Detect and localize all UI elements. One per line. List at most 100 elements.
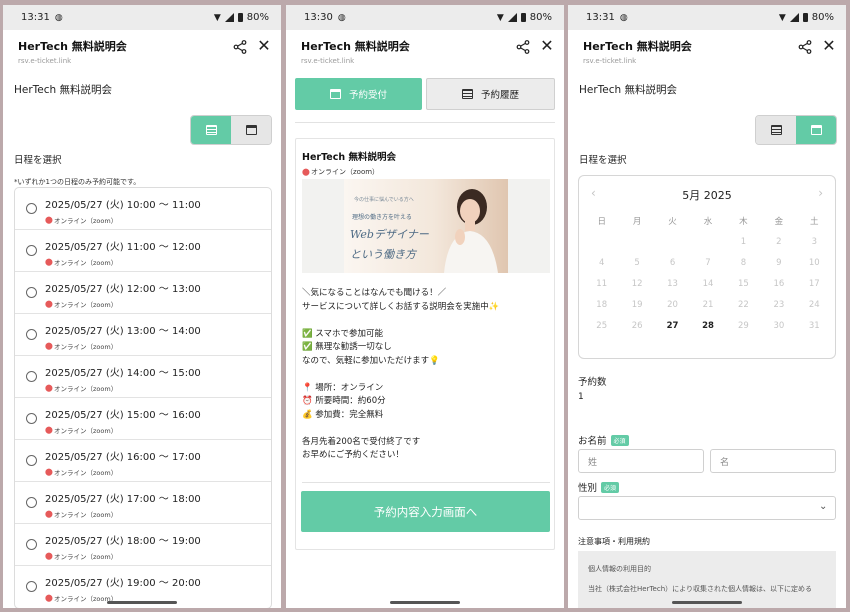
banner-headline: 理想の働き方を叶える xyxy=(352,214,412,221)
radio-button[interactable] xyxy=(26,413,37,424)
radio-button[interactable] xyxy=(26,329,37,340)
notification-icon: ◍ xyxy=(619,12,628,23)
weekday-header: 火 xyxy=(668,216,677,227)
calendar-day: 24 xyxy=(808,299,820,310)
radio-button[interactable] xyxy=(26,287,37,298)
calendar-blank xyxy=(584,231,619,252)
calendar-day: 25 xyxy=(596,320,608,331)
share-icon[interactable] xyxy=(516,40,530,54)
calendar-day: 18 xyxy=(596,299,608,310)
list-view-button[interactable] xyxy=(191,116,231,144)
woman-illustration xyxy=(444,189,498,273)
quantity-value: 1 xyxy=(578,392,584,402)
share-icon[interactable] xyxy=(798,40,812,54)
desc-line: ⏰ 所要時間：約60分 xyxy=(302,396,386,406)
calendar-day[interactable]: 28 xyxy=(690,315,725,336)
list-view-button[interactable] xyxy=(756,116,796,144)
calendar-day[interactable]: 27 xyxy=(655,315,690,336)
calendar-view-button[interactable] xyxy=(796,116,836,144)
calendar-day: 23 xyxy=(773,299,785,310)
location-pin-icon: ⬤ xyxy=(302,168,310,176)
phone-screen-schedule-list: 13:31 ◍ ▼ 80% HerTech 無料説明会 rsv.e-ticket… xyxy=(3,5,281,608)
battery-icon xyxy=(802,13,808,22)
close-icon[interactable]: ✕ xyxy=(539,38,555,54)
radio-button[interactable] xyxy=(26,203,37,214)
home-indicator[interactable] xyxy=(107,601,177,604)
battery-level: 80% xyxy=(811,12,834,23)
battery-level: 80% xyxy=(529,12,552,23)
event-title: HerTech 無料説明会 xyxy=(302,152,396,163)
slot-time: 2025/05/27 (火) 18:00 ～ 19:00 xyxy=(45,536,201,547)
home-indicator[interactable] xyxy=(672,601,742,604)
slot-time: 2025/05/27 (火) 16:00 ～ 17:00 xyxy=(45,452,201,463)
time-slot[interactable]: 2025/05/27 (火) 15:00 ～ 16:00 ⬤ オンライン（zoom） xyxy=(15,398,271,440)
list-icon xyxy=(461,89,473,99)
close-icon[interactable]: ✕ xyxy=(821,38,837,54)
slot-time: 2025/05/27 (火) 10:00 ～ 11:00 xyxy=(45,200,201,211)
signal-icon xyxy=(507,13,517,22)
radio-button[interactable] xyxy=(26,455,37,466)
slot-location: オンライン（zoom） xyxy=(54,259,118,267)
slot-time: 2025/05/27 (火) 15:00 ～ 16:00 xyxy=(45,410,201,421)
notification-icon: ◍ xyxy=(54,12,63,23)
time-slot[interactable]: 2025/05/27 (火) 10:00 ～ 11:00 ⬤ オンライン（zoom） xyxy=(15,188,271,230)
calendar-day: 7 xyxy=(705,257,711,268)
slot-location: オンライン（zoom） xyxy=(54,301,118,309)
calendar-icon xyxy=(810,125,822,135)
calendar-day: 12 xyxy=(631,278,643,289)
tab-reserve[interactable]: 予約受付 xyxy=(295,78,422,110)
last-name-input[interactable]: 姓 xyxy=(578,449,704,473)
slot-list: 2025/05/27 (火) 10:00 ～ 11:00 ⬤ オンライン（zoom）… xyxy=(14,187,272,608)
time-slot[interactable]: 2025/05/27 (火) 11:00 ～ 12:00 ⬤ オンライン（zoom） xyxy=(15,230,271,272)
calendar-day: 21 xyxy=(702,299,714,310)
radio-button[interactable] xyxy=(26,581,37,592)
page-title: HerTech 無料説明会 xyxy=(14,84,113,96)
list-icon xyxy=(205,125,217,135)
desc-line: ✅ 無理な勧誘一切なし xyxy=(302,342,392,352)
calendar-blank xyxy=(690,231,725,252)
close-icon[interactable]: ✕ xyxy=(256,38,272,54)
location-pin-icon: ⬤ xyxy=(45,342,53,350)
chevron-right-icon[interactable]: › xyxy=(818,186,823,200)
proceed-to-booking-button[interactable]: 予約内容入力画面へ xyxy=(301,491,550,532)
radio-button[interactable] xyxy=(26,497,37,508)
slot-time: 2025/05/27 (火) 14:00 ～ 15:00 xyxy=(45,368,201,379)
share-icon[interactable] xyxy=(233,40,247,54)
slot-location: オンライン（zoom） xyxy=(54,427,118,435)
desc-line: お早めにご予約ください！ xyxy=(302,450,404,460)
calendar-day: 19 xyxy=(631,299,643,310)
calendar-day: 13 xyxy=(667,278,678,289)
slot-time: 2025/05/27 (火) 12:00 ～ 13:00 xyxy=(45,284,201,295)
home-indicator[interactable] xyxy=(390,601,460,604)
required-badge: 必須 xyxy=(601,481,620,493)
radio-button[interactable] xyxy=(26,245,37,256)
desc-line: なので、気軽に参加いただけます💡 xyxy=(302,355,440,366)
time-slot[interactable]: 2025/05/27 (火) 16:00 ～ 17:00 ⬤ オンライン（zoom） xyxy=(15,440,271,482)
calendar-day: 10 xyxy=(808,257,820,268)
gender-select[interactable]: ⌄ xyxy=(578,496,836,520)
event-location: オンライン（zoom） xyxy=(311,168,380,176)
first-name-input[interactable]: 名 xyxy=(710,449,836,473)
time-slot[interactable]: 2025/05/27 (火) 12:00 ～ 13:00 ⬤ オンライン（zoom） xyxy=(15,272,271,314)
list-icon xyxy=(770,125,782,135)
app-url: rsv.e-ticket.link xyxy=(583,57,637,65)
calendar-icon xyxy=(245,125,257,135)
name-label: お名前 必須 xyxy=(578,433,629,447)
terms-line: 個人情報の利用目的 xyxy=(588,565,651,573)
calendar-view-button[interactable] xyxy=(231,116,271,144)
time-slot[interactable]: 2025/05/27 (火) 18:00 ～ 19:00 ⬤ オンライン（zoom） xyxy=(15,524,271,566)
time-slot[interactable]: 2025/05/27 (火) 14:00 ～ 15:00 ⬤ オンライン（zoom） xyxy=(15,356,271,398)
radio-button[interactable] xyxy=(26,371,37,382)
time-slot[interactable]: 2025/05/27 (火) 17:00 ～ 18:00 ⬤ オンライン（zoom） xyxy=(15,482,271,524)
tab-history[interactable]: 予約履歴 xyxy=(426,78,555,110)
location-pin-icon: ⬤ xyxy=(45,384,53,392)
app-url: rsv.e-ticket.link xyxy=(301,57,355,65)
terms-box[interactable]: 個人情報の利用目的 当社（株式会社HerTech）により収集された個人情報は、以… xyxy=(578,551,836,608)
calendar-day: 2 xyxy=(776,236,782,247)
radio-button[interactable] xyxy=(26,539,37,550)
banner-script: Webデザイナー xyxy=(350,228,429,241)
app-header: HerTech 無料説明会 rsv.e-ticket.link ✕ xyxy=(3,30,281,68)
time-slot[interactable]: 2025/05/27 (火) 13:00 ～ 14:00 ⬤ オンライン（zoom） xyxy=(15,314,271,356)
battery-level: 80% xyxy=(246,12,269,23)
battery-icon xyxy=(520,13,526,22)
